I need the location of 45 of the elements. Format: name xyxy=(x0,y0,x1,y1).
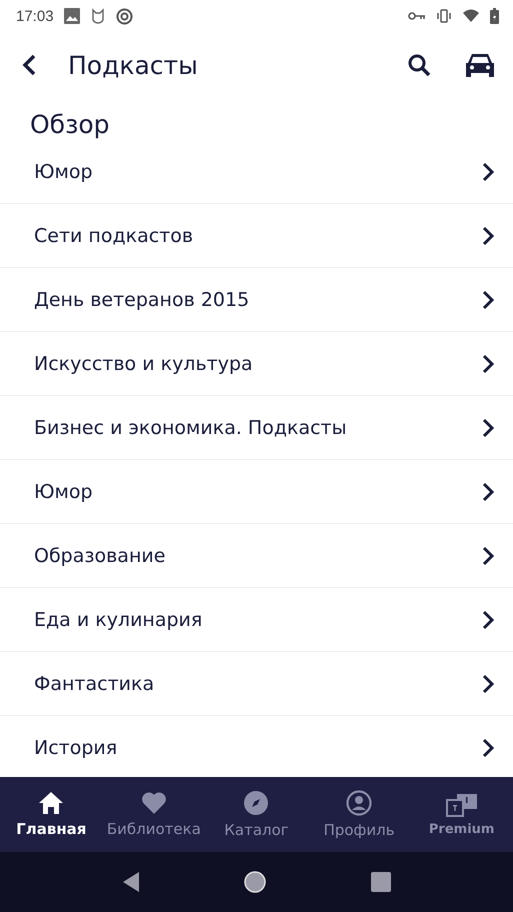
search-icon xyxy=(407,53,431,77)
home-circle-icon[interactable] xyxy=(243,870,268,894)
category-item[interactable]: Образование xyxy=(34,544,481,566)
wifi-icon xyxy=(462,9,480,23)
category-item[interactable]: Бизнес и экономика. Подкасты xyxy=(34,416,481,438)
chevron-right-icon xyxy=(481,226,495,246)
key-icon xyxy=(408,11,426,21)
category-item[interactable]: Еда и кулинария xyxy=(34,608,481,630)
recents-icon[interactable] xyxy=(371,872,392,892)
chevron-right-icon xyxy=(481,674,495,694)
chevron-right-icon xyxy=(481,162,495,182)
category-item[interactable]: Фантастика xyxy=(34,672,481,694)
chevron-right-icon xyxy=(481,610,495,630)
chevron-right-icon xyxy=(481,482,495,502)
chevron-right-icon xyxy=(481,546,495,566)
category-item[interactable]: Искусство и культура xyxy=(34,352,481,374)
chevron-right-icon xyxy=(481,354,495,374)
nav-tab[interactable]: Premium xyxy=(410,777,513,852)
cat-icon xyxy=(90,8,106,24)
nav-tab[interactable]: Каталог xyxy=(205,777,308,852)
category-item[interactable]: Сети подкастов xyxy=(34,224,481,246)
premium-icon xyxy=(446,792,478,816)
image-icon xyxy=(64,8,80,24)
nav-tab[interactable]: Библиотека xyxy=(102,777,206,852)
heart-icon xyxy=(140,791,167,815)
battery-icon xyxy=(490,8,499,24)
home-icon xyxy=(38,791,64,815)
back-icon[interactable] xyxy=(122,871,140,893)
compass-icon xyxy=(243,790,270,816)
category-item[interactable]: Юмор xyxy=(34,480,481,502)
section-title: Обзор xyxy=(29,109,111,140)
profile-icon xyxy=(346,790,372,816)
circle-icon xyxy=(116,8,133,24)
nav-tab[interactable]: Профиль xyxy=(308,777,410,852)
chevron-right-icon xyxy=(481,290,495,310)
nav-tab[interactable]: Главная xyxy=(0,777,103,852)
status-time: 17:03 xyxy=(16,8,54,24)
category-item[interactable]: История xyxy=(34,736,481,758)
chevron-right-icon xyxy=(481,738,495,758)
category-item[interactable]: Юмор xyxy=(34,160,481,182)
chevron-right-icon xyxy=(481,418,495,438)
category-item[interactable]: День ветеранов 2015 xyxy=(34,288,481,310)
page-title: Подкасты xyxy=(68,50,199,80)
vibrate-icon xyxy=(436,9,452,23)
car-icon xyxy=(465,52,495,78)
